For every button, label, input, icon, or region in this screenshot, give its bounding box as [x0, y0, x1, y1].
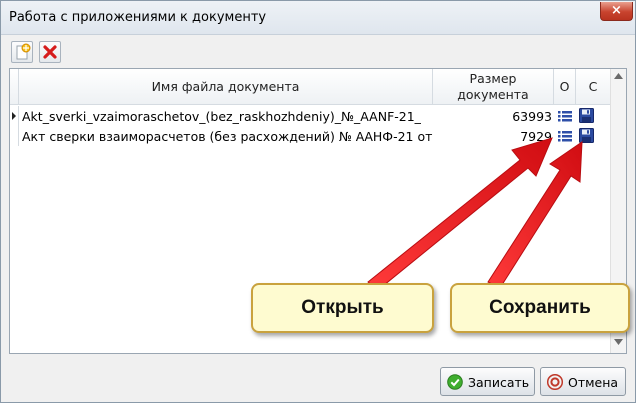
save-floppy-icon[interactable]	[579, 128, 594, 143]
file-name-cell[interactable]: Akt_sverki_vzaimoraschetov_(bez_raskhozh…	[22, 109, 434, 124]
cancel-button-label: Отмена	[568, 375, 619, 390]
save-floppy-icon[interactable]	[579, 108, 594, 123]
add-file-button[interactable]	[11, 41, 33, 63]
file-size-cell: 63993	[512, 109, 552, 124]
add-file-icon	[16, 43, 31, 60]
column-header-open[interactable]: О	[554, 69, 576, 105]
scroll-up-icon[interactable]	[614, 73, 623, 79]
open-list-icon[interactable]	[557, 109, 573, 123]
dialog-window: Работа с приложениями к документу × Имя …	[0, 0, 636, 403]
row-selector-header	[10, 69, 19, 105]
column-header-name-label: Имя файла документа	[151, 79, 300, 94]
save-button[interactable]: Записать	[440, 367, 535, 396]
column-header-size-label-2: документа	[457, 87, 529, 102]
check-icon	[447, 374, 463, 390]
scroll-down-icon[interactable]	[614, 339, 623, 345]
column-header-size-label: Размер	[469, 71, 517, 86]
delete-icon	[43, 45, 57, 59]
file-name-cell[interactable]: Акт сверки взаиморасчетов (без расхожден…	[22, 129, 434, 144]
delete-button[interactable]	[39, 41, 61, 63]
save-callout-label: Сохранить	[489, 297, 591, 318]
column-header-save-label: С	[588, 79, 598, 94]
file-size-cell: 7929	[520, 129, 552, 144]
cancel-icon	[547, 374, 563, 390]
column-header-name[interactable]: Имя файла документа	[19, 69, 433, 105]
save-button-label: Записать	[468, 375, 530, 390]
window-title: Работа с приложениями к документу	[9, 10, 267, 25]
current-row-icon	[12, 112, 16, 120]
cancel-button[interactable]: Отмена	[540, 367, 626, 396]
table-row[interactable]: Akt_sverki_vzaimoraschetov_(bez_raskhozh…	[10, 106, 610, 126]
open-callout: Открыть	[251, 283, 434, 333]
row-selector[interactable]	[10, 106, 19, 126]
close-button[interactable]: ×	[600, 2, 633, 21]
column-header-save[interactable]: С	[576, 69, 610, 105]
save-callout: Сохранить	[450, 283, 630, 333]
row-selector[interactable]	[10, 126, 19, 146]
close-icon: ×	[611, 3, 622, 18]
grid-header: Имя файла документа Размер документа О С	[10, 69, 610, 105]
open-list-icon[interactable]	[557, 129, 573, 143]
column-header-open-label: О	[559, 79, 570, 94]
column-header-size[interactable]: Размер документа	[433, 69, 554, 105]
open-callout-label: Открыть	[301, 297, 384, 318]
table-row[interactable]: Акт сверки взаиморасчетов (без расхожден…	[10, 126, 610, 146]
title-bar: Работа с приложениями к документу ×	[1, 1, 635, 35]
